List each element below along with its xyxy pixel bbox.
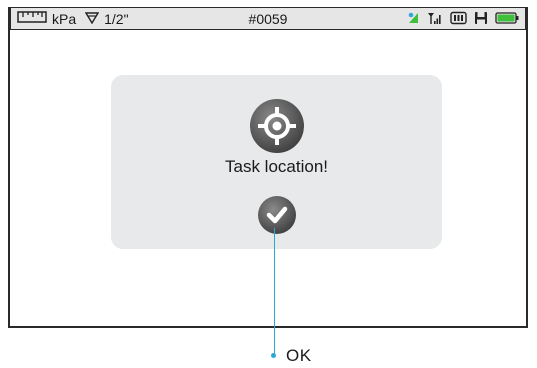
sd-card-icon [450, 11, 467, 28]
ruler-icon [17, 10, 47, 27]
tilt-icon [406, 11, 420, 28]
unit-label: kPa [52, 10, 77, 27]
callout-dot [271, 353, 276, 358]
signal-icon [427, 11, 443, 28]
checkmark-icon [257, 196, 297, 238]
pipe-size-icon [84, 11, 100, 27]
pipe-size-label: 1/2" [104, 10, 129, 27]
status-icons [406, 11, 519, 28]
target-location-icon [249, 98, 305, 154]
dialog-message: Task location! [225, 157, 328, 176]
status-bar: kPa 1/2" #0059 [10, 7, 526, 30]
ok-button[interactable] [257, 195, 297, 235]
device-screen: kPa 1/2" #0059 Task location! [8, 7, 528, 328]
callout-label-ok: OK [286, 346, 312, 365]
task-location-dialog: Task location! [111, 75, 442, 249]
callout-line [274, 228, 275, 356]
battery-fill [497, 14, 515, 22]
status-left: kPa 1/2" [17, 10, 129, 27]
battery-icon [495, 11, 519, 28]
save-icon [474, 11, 488, 28]
